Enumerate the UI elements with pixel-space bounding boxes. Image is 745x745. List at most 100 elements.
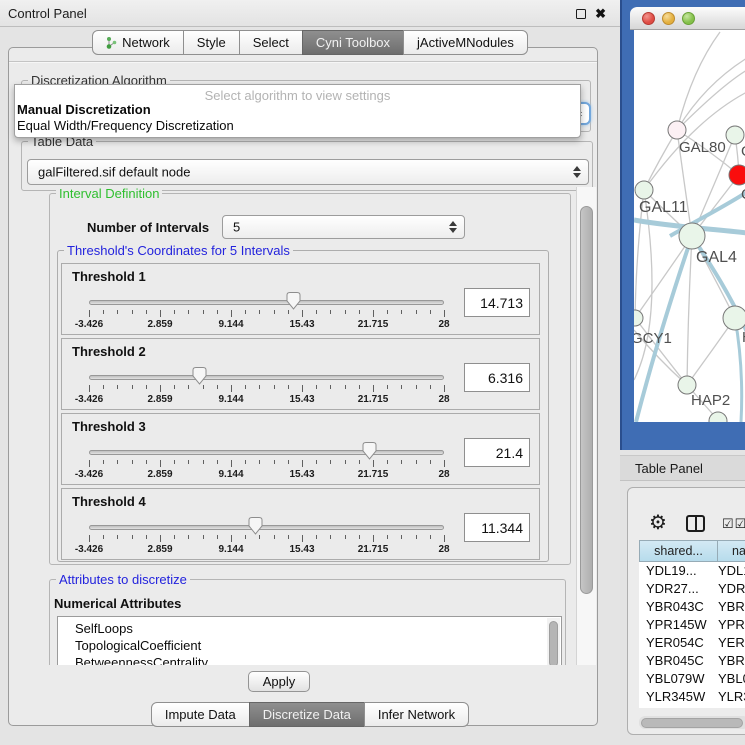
slider-tick: [288, 535, 289, 539]
table-row[interactable]: YBL079WYBL0: [639, 670, 745, 688]
tab-style[interactable]: Style: [183, 30, 240, 55]
column-header-name[interactable]: na: [717, 540, 745, 562]
list-scrollbar[interactable]: [547, 618, 560, 665]
table-cell: YDR2: [718, 580, 745, 598]
checkbox-icons[interactable]: ☑☑: [722, 516, 745, 532]
table-row[interactable]: YDL19...YDL1: [639, 562, 745, 580]
tab-impute-data[interactable]: Impute Data: [151, 702, 250, 727]
network-node-gal11[interactable]: [635, 181, 653, 199]
slider-handle[interactable]: [285, 291, 302, 311]
threshold-panel-2: Threshold 2-3.4262.8599.14415.4321.71528…: [61, 338, 540, 410]
network-node[interactable]: [726, 126, 744, 144]
table-cell: YBL079W: [639, 670, 718, 688]
network-node[interactable]: [723, 306, 745, 330]
gear-icon[interactable]: ⚙: [649, 510, 667, 535]
slider-tick: [117, 460, 118, 464]
slider-scale-label: 28: [419, 394, 469, 405]
tab-jactivemnodules[interactable]: jActiveMNodules: [403, 30, 528, 55]
attributes-group-label: Attributes to discretize: [56, 572, 190, 587]
table-panel-inner: ⚙ ☑☑ shared... na YDL19...YDL1YDR27...YD…: [627, 487, 745, 735]
threshold-value-field[interactable]: 14.713: [464, 288, 530, 317]
table-cell: YLR345W: [639, 688, 718, 706]
table-row[interactable]: YDR27...YDR2: [639, 580, 745, 598]
attribute-list-item[interactable]: BetweennessCentrality: [58, 654, 561, 665]
slider-tick: [430, 310, 431, 314]
network-canvas[interactable]: GAL80 GA C GAL11 GAL4 GCY1 H HAP2: [634, 30, 745, 422]
table-cell: YBR0: [718, 652, 745, 670]
slider-tick: [359, 460, 360, 464]
slider-tick: [401, 535, 402, 539]
table-row[interactable]: YBR045CYBR0: [639, 652, 745, 670]
tab-discretize-data[interactable]: Discretize Data: [249, 702, 365, 727]
threshold-label: Threshold 1: [72, 269, 146, 284]
tab-cyni-toolbox[interactable]: Cyni Toolbox: [302, 30, 404, 55]
table-data-group: Table Data galFiltered.sif default node: [21, 141, 593, 191]
attribute-list-item[interactable]: TopologicalCoefficient: [58, 637, 561, 654]
network-window-titlebar[interactable]: [630, 7, 745, 30]
slider-tick: [316, 385, 317, 389]
network-edge[interactable]: [677, 32, 720, 130]
panel-scrollbar-thumb[interactable]: [580, 206, 593, 594]
slider-track[interactable]: [89, 300, 444, 305]
table-row[interactable]: YER054CYER0: [639, 634, 745, 652]
slider-handle[interactable]: [191, 366, 208, 386]
slider-track[interactable]: [89, 450, 444, 455]
slider-tick: [217, 460, 218, 464]
dropdown-item-manual-discretization[interactable]: Manual Discretization: [15, 102, 580, 118]
column-header-shared[interactable]: shared...: [639, 540, 718, 562]
panel-scrollbar[interactable]: [576, 187, 596, 665]
tab-select[interactable]: Select: [239, 30, 303, 55]
slider-tick: [387, 385, 388, 389]
network-edge[interactable]: [735, 318, 742, 422]
table-horizontal-scrollbar[interactable]: [639, 716, 745, 729]
network-edge[interactable]: [635, 236, 692, 318]
slider-tick: [188, 535, 189, 539]
threshold-value-field[interactable]: 21.4: [464, 438, 530, 467]
tab-infer-network[interactable]: Infer Network: [364, 702, 469, 727]
table-data-combobox[interactable]: galFiltered.sif default node: [27, 159, 589, 185]
slider-tick: [330, 310, 331, 314]
columns-icon[interactable]: [686, 515, 705, 532]
close-traffic-light[interactable]: [642, 12, 655, 25]
network-edge[interactable]: [687, 236, 692, 385]
attribute-list-item[interactable]: SelfLoops: [58, 620, 561, 637]
network-node-gcy1[interactable]: [634, 310, 643, 326]
slider-handle[interactable]: [247, 516, 264, 536]
threshold-value-field[interactable]: 6.316: [464, 363, 530, 392]
table-row[interactable]: YPR145WYPR1: [639, 616, 745, 634]
network-node-gal80[interactable]: [668, 121, 686, 139]
table-row[interactable]: YBR043CYBR0: [639, 598, 745, 616]
network-edge[interactable]: [677, 70, 745, 130]
tab-network[interactable]: Network: [92, 30, 184, 55]
close-icon[interactable]: ✖: [595, 9, 606, 19]
apply-button[interactable]: Apply: [248, 671, 310, 692]
network-node-selected-red[interactable]: [729, 165, 745, 185]
tab-label: jActiveMNodules: [417, 35, 514, 50]
network-node-gal4[interactable]: [679, 223, 705, 249]
float-window-icon[interactable]: [576, 9, 586, 19]
slider-tick: [259, 385, 260, 389]
slider-scale-label: 28: [419, 319, 469, 330]
network-edge[interactable]: [636, 236, 692, 422]
slider-scale-label: -3.426: [64, 469, 114, 480]
slider-track[interactable]: [89, 525, 444, 530]
minimize-traffic-light[interactable]: [662, 12, 675, 25]
table-row[interactable]: YIL052CYIL0: [639, 706, 745, 708]
list-scrollbar-thumb[interactable]: [549, 621, 558, 665]
dropdown-item-equal-width-frequency[interactable]: Equal Width/Frequency Discretization: [15, 118, 580, 134]
slider-tick: [188, 385, 189, 389]
slider-tick: [274, 310, 275, 314]
network-edge[interactable]: [644, 130, 677, 190]
zoom-traffic-light[interactable]: [682, 12, 695, 25]
slider-track[interactable]: [89, 375, 444, 380]
table-cell: YBL0: [718, 670, 745, 688]
numerical-attributes-list[interactable]: SelfLoopsTopologicalCoefficientBetweenne…: [57, 616, 562, 665]
number-of-intervals-combobox[interactable]: 5: [222, 215, 465, 239]
table-cell: YBR045C: [639, 652, 718, 670]
slider-handle[interactable]: [361, 441, 378, 461]
threshold-value-field[interactable]: 11.344: [464, 513, 530, 542]
slider-tick: [89, 385, 90, 392]
table-row[interactable]: YLR345WYLR3: [639, 688, 745, 706]
slider-tick: [288, 460, 289, 464]
table-scrollbar-thumb[interactable]: [641, 718, 743, 728]
